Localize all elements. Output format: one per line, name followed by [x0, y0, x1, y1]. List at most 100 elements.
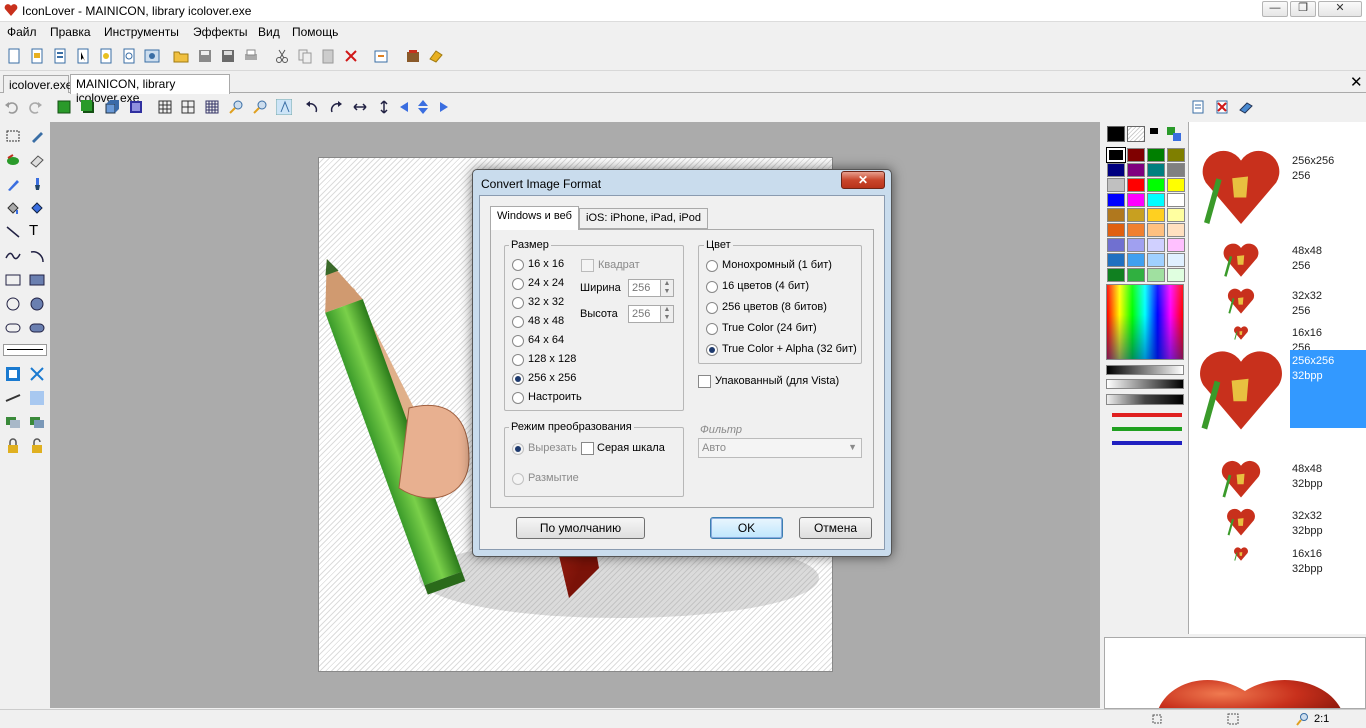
menu-effects[interactable]: Эффекты	[193, 25, 248, 39]
color-swatch[interactable]	[1127, 238, 1145, 252]
dialog-close-button[interactable]: ✕	[841, 171, 885, 189]
rectangle-icon[interactable]	[5, 272, 21, 288]
color-depth-radio[interactable]	[706, 260, 718, 272]
filled-rectangle-icon[interactable]	[29, 272, 45, 288]
icon-thumbnail[interactable]	[1194, 343, 1288, 437]
color-swatch[interactable]	[1167, 253, 1185, 267]
color-swatch[interactable]	[1107, 208, 1125, 222]
unlock-icon[interactable]	[29, 438, 45, 454]
pixel-grid-icon[interactable]	[204, 99, 220, 115]
icon-thumbnail[interactable]	[1233, 546, 1249, 562]
add-format-icon[interactable]	[1190, 99, 1206, 115]
size-radio[interactable]	[512, 316, 524, 328]
rotate-left-icon[interactable]	[304, 99, 320, 115]
color-swatch[interactable]	[1127, 178, 1145, 192]
square-checkbox[interactable]	[581, 259, 594, 272]
line-icon[interactable]	[5, 224, 21, 240]
size-radio[interactable]	[512, 392, 524, 404]
lock-icon[interactable]	[5, 438, 21, 454]
blue-slider[interactable]	[1112, 441, 1182, 445]
layer-icon[interactable]	[5, 414, 21, 430]
color-spectrum[interactable]	[1106, 284, 1184, 360]
ok-button[interactable]: OK	[710, 517, 783, 539]
color-swatch[interactable]	[1147, 268, 1165, 282]
red-slider[interactable]	[1112, 413, 1182, 417]
tab-mainicon[interactable]: MAINICON, library icolover.exe	[70, 74, 230, 105]
size-radio[interactable]	[512, 354, 524, 366]
color-swatch[interactable]	[1147, 238, 1165, 252]
icon-thumbnail[interactable]	[1197, 143, 1285, 231]
menu-edit[interactable]: Правка	[50, 25, 91, 39]
paste-icon[interactable]	[319, 47, 337, 65]
cut-icon[interactable]	[273, 47, 291, 65]
flip-vertical-icon[interactable]	[376, 99, 392, 115]
icon-thumbnail[interactable]	[1219, 457, 1263, 501]
color-swatch[interactable]	[1147, 193, 1165, 207]
color-swatch[interactable]	[1167, 148, 1185, 162]
size-radio[interactable]	[512, 278, 524, 290]
color-swatch[interactable]	[1167, 268, 1185, 282]
icon-thumbnail[interactable]	[1225, 506, 1257, 538]
new-library-icon[interactable]	[51, 47, 69, 65]
color-swatch[interactable]	[1107, 163, 1125, 177]
color-swatch[interactable]	[1127, 208, 1145, 222]
new-cursor-icon[interactable]	[74, 47, 92, 65]
color-swatch[interactable]	[1147, 223, 1165, 237]
color-swatch[interactable]	[1127, 148, 1145, 162]
color-swatch[interactable]	[1107, 193, 1125, 207]
select-frame-icon[interactable]	[5, 366, 21, 382]
delete-format-icon[interactable]	[1214, 99, 1230, 115]
layer-copy-icon[interactable]	[29, 414, 45, 430]
icon-thumbnail[interactable]	[1226, 286, 1256, 316]
color-swatch[interactable]	[1167, 163, 1185, 177]
width-stepper[interactable]: 256 ▲ ▼	[628, 279, 674, 297]
3d-box-icon[interactable]	[104, 99, 120, 115]
size-radio[interactable]	[512, 373, 524, 385]
menu-view[interactable]: Вид	[258, 25, 280, 39]
zoom-in-icon[interactable]	[228, 99, 244, 115]
icon-thumbnail[interactable]	[1221, 240, 1261, 280]
color-depth-radio[interactable]	[706, 323, 718, 335]
color-swatch[interactable]	[1167, 238, 1185, 252]
color-swatch[interactable]	[1127, 223, 1145, 237]
maximize-button[interactable]: ❐	[1290, 1, 1316, 17]
filter-select[interactable]: Авто ▼	[698, 438, 862, 458]
icon-thumbnail[interactable]	[1233, 325, 1249, 341]
color-depth-radio[interactable]	[706, 302, 718, 314]
color-depth-radio[interactable]	[706, 344, 718, 356]
lasso-pen-icon[interactable]	[29, 128, 45, 144]
eraser-format-icon[interactable]	[1238, 99, 1254, 115]
mode-cut-radio[interactable]	[512, 443, 524, 455]
print-icon[interactable]	[242, 47, 260, 65]
foreground-color[interactable]	[1107, 126, 1125, 142]
properties-icon[interactable]	[372, 47, 390, 65]
rect-select-icon[interactable]	[5, 128, 21, 144]
menu-tools[interactable]: Инструменты	[104, 25, 179, 39]
color-depth-radio[interactable]	[706, 281, 718, 293]
gray-gradient-reverse[interactable]	[1106, 379, 1184, 389]
color-swatch[interactable]	[1106, 147, 1126, 163]
save-all-icon[interactable]	[219, 47, 237, 65]
arc-icon[interactable]	[29, 248, 45, 264]
color-swatch[interactable]	[1147, 163, 1165, 177]
curve-icon[interactable]	[5, 248, 21, 264]
new-resource-icon[interactable]	[120, 47, 138, 65]
new-file-icon[interactable]	[5, 47, 23, 65]
size-radio[interactable]	[512, 297, 524, 309]
color-swatch[interactable]	[1167, 208, 1185, 222]
filled-rounded-rect-icon[interactable]	[29, 320, 45, 336]
new-icon-icon[interactable]	[28, 47, 46, 65]
line-width-selector[interactable]	[3, 344, 47, 356]
color-swatch[interactable]	[1107, 253, 1125, 267]
filled-ellipse-icon[interactable]	[29, 296, 45, 312]
move-left-icon[interactable]	[398, 99, 414, 115]
grayscale-checkbox[interactable]	[581, 442, 594, 455]
color-swatch[interactable]	[1107, 178, 1125, 192]
delete-icon[interactable]	[342, 47, 360, 65]
bucket-icon[interactable]	[5, 200, 21, 216]
gray-gradient[interactable]	[1106, 365, 1184, 375]
tab-icolover-exe[interactable]: icolover.exe	[3, 75, 72, 93]
frame-icon[interactable]	[56, 99, 72, 115]
library-icon[interactable]	[404, 47, 422, 65]
color-swatch[interactable]	[1127, 193, 1145, 207]
